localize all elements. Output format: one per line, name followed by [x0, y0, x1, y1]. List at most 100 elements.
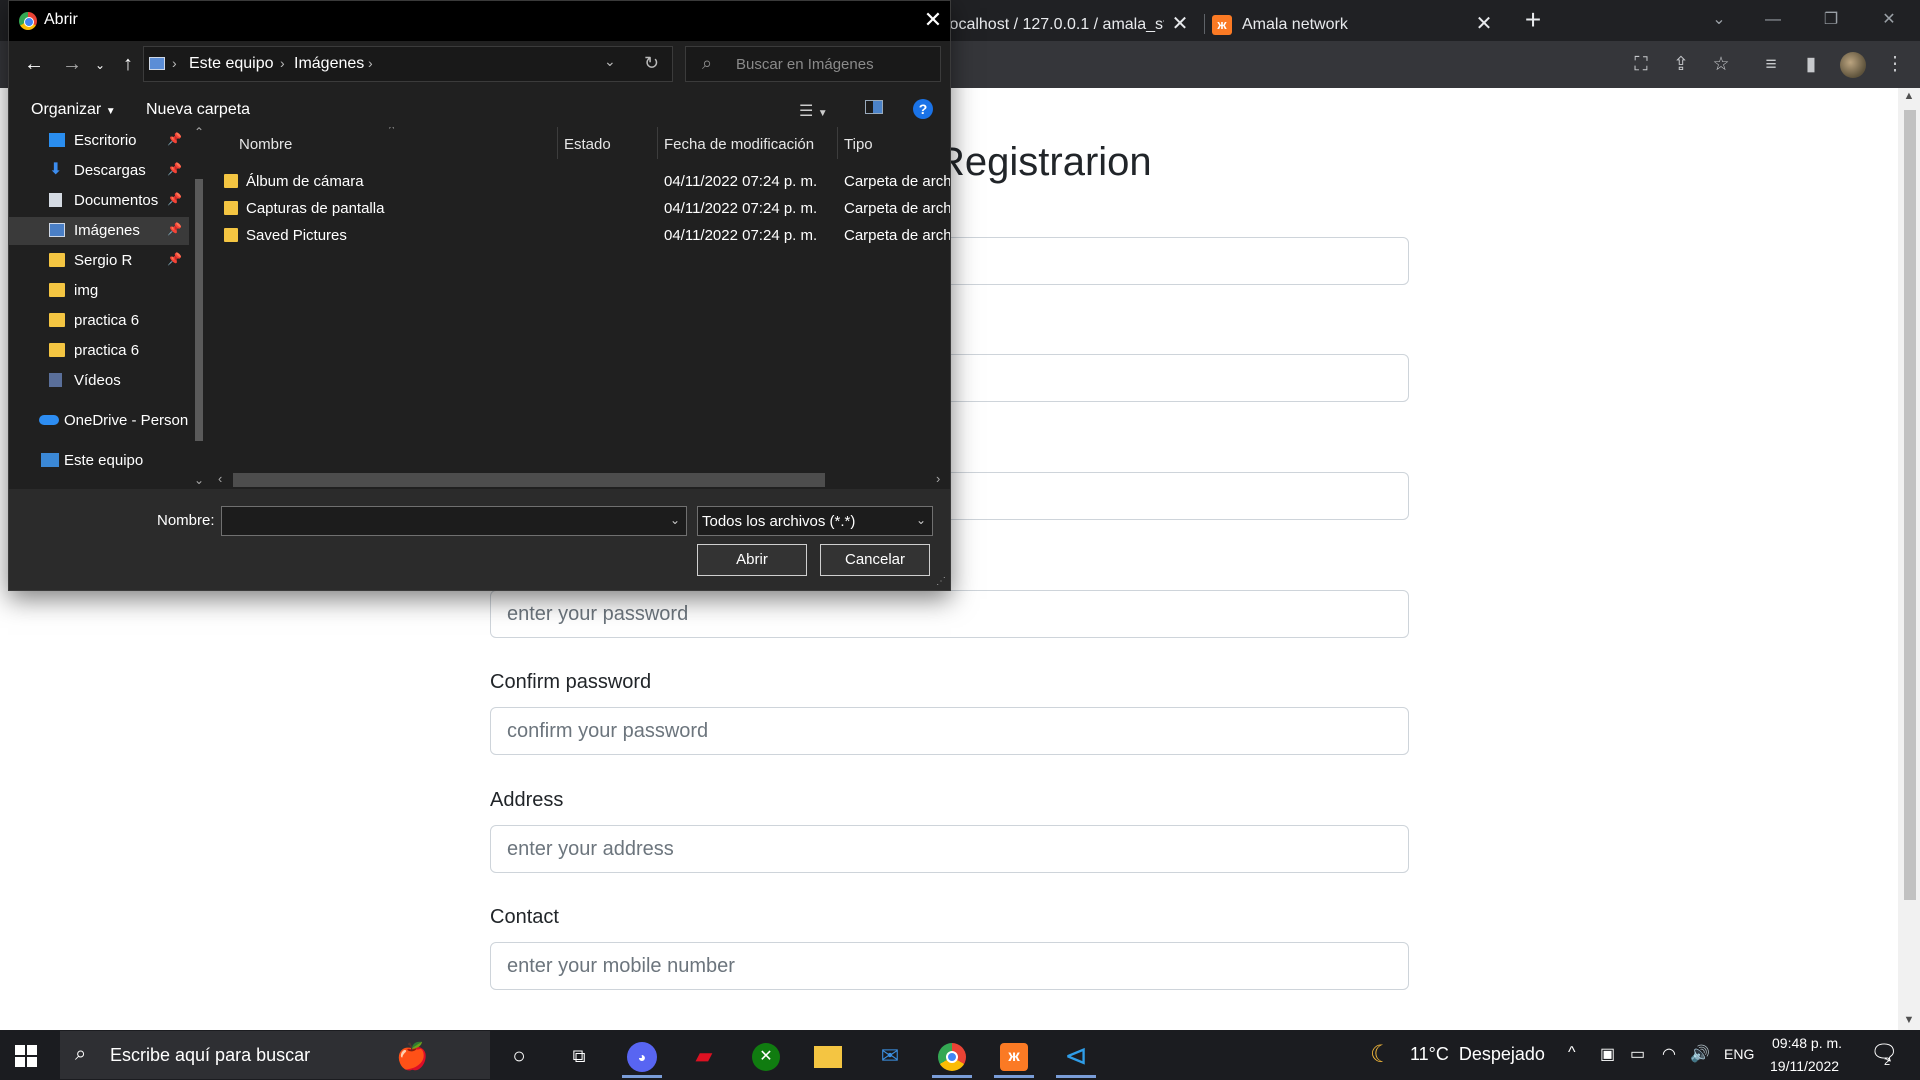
taskbar-search[interactable]: ⌕ Escribe aquí para buscar 🍎	[60, 1031, 490, 1079]
weather-text[interactable]: 11°C Despejado	[1410, 1044, 1545, 1065]
close-tab-icon[interactable]: ✕	[1170, 13, 1190, 35]
confirm-password-input[interactable]: confirm your password	[490, 707, 1409, 755]
organize-menu[interactable]: Organizar ▼	[31, 101, 116, 119]
clock-time[interactable]: 09:48 p. m.	[1772, 1035, 1842, 1051]
reading-list-icon[interactable]: ≡	[1758, 53, 1784, 77]
scroll-left-icon[interactable]: ‹	[218, 471, 222, 486]
column-divider[interactable]	[837, 127, 838, 159]
show-hidden-icons-icon[interactable]: ^	[1568, 1044, 1576, 1062]
close-window-button[interactable]: ✕	[1866, 6, 1912, 34]
scroll-right-icon[interactable]: ›	[936, 471, 940, 486]
pin-icon[interactable]: 📌	[167, 222, 182, 236]
wifi-icon[interactable]: ◠	[1662, 1044, 1676, 1064]
preview-pane-icon[interactable]	[865, 100, 883, 119]
scroll-up-icon[interactable]: ⌃	[194, 125, 204, 139]
column-divider[interactable]	[557, 127, 558, 159]
view-options-icon[interactable]: ☰ ▼	[799, 101, 828, 121]
nav-pane-scroll-thumb[interactable]	[195, 179, 203, 441]
close-icon[interactable]: ✕	[921, 7, 945, 33]
xbox-icon[interactable]: ✕	[742, 1034, 790, 1078]
file-row[interactable]: Saved Pictures 04/11/2022 07:24 p. m. Ca…	[214, 223, 950, 249]
nav-item-imagenes[interactable]: Imágenes 📌	[9, 217, 189, 245]
device-icon[interactable]: ▣	[1600, 1044, 1615, 1064]
scroll-down-icon[interactable]: ⌄	[194, 473, 204, 487]
battery-icon[interactable]: ▭	[1630, 1044, 1645, 1064]
minimize-button[interactable]: —	[1750, 6, 1796, 34]
file-name-input[interactable]: ⌄	[221, 506, 687, 536]
forward-arrow-icon[interactable]: →	[61, 53, 83, 76]
file-type-filter[interactable]: Todos los archivos (*.*) ⌄	[697, 506, 933, 536]
breadcrumb-imagenes[interactable]: Imágenes	[294, 55, 364, 73]
windows-start-icon[interactable]	[15, 1045, 37, 1067]
cancel-button[interactable]: Cancelar	[820, 544, 930, 576]
translate-icon[interactable]: ⛶	[1628, 53, 1654, 77]
column-header-estado[interactable]: Estado	[564, 136, 611, 153]
share-icon[interactable]: ⇪	[1668, 53, 1694, 77]
chevron-right-icon[interactable]: ›	[172, 55, 177, 71]
nav-item-descargas[interactable]: ⬇ Descargas 📌	[9, 157, 189, 185]
file-explorer-icon[interactable]	[804, 1034, 852, 1078]
nav-item-documentos[interactable]: Documentos 📌	[9, 187, 189, 215]
pin-icon[interactable]: 📌	[167, 192, 182, 206]
weather-moon-icon[interactable]: ☾	[1370, 1040, 1392, 1069]
profile-avatar[interactable]	[1840, 52, 1866, 78]
cortana-icon[interactable]: ○	[495, 1034, 543, 1078]
nav-item-videos[interactable]: Vídeos	[9, 367, 189, 395]
tab-amala-network[interactable]: ж Amala network ✕	[1212, 8, 1502, 41]
pin-icon[interactable]: 📌	[167, 132, 182, 146]
nav-item-este-equipo[interactable]: Este equipo	[9, 447, 189, 475]
column-header-tipo[interactable]: Tipo	[844, 136, 873, 153]
open-button[interactable]: Abrir	[697, 544, 807, 576]
file-list-scroll-thumb[interactable]	[233, 473, 825, 487]
nav-item-practica-6[interactable]: practica 6	[9, 307, 189, 335]
task-view-icon[interactable]: ⧉	[555, 1034, 603, 1078]
page-scroll-thumb[interactable]	[1904, 110, 1916, 900]
new-tab-button[interactable]: +	[1520, 6, 1546, 34]
column-divider[interactable]	[657, 127, 658, 159]
nav-item-sergio-r[interactable]: Sergio R 📌	[9, 247, 189, 275]
recent-locations-icon[interactable]: ⌄	[89, 58, 111, 72]
pin-icon[interactable]: 📌	[167, 162, 182, 176]
nav-item-onedrive[interactable]: OneDrive - Person	[9, 407, 189, 435]
password-input[interactable]: enter your password	[490, 590, 1409, 638]
tab-search-icon[interactable]: ⌄	[1696, 6, 1742, 34]
file-row[interactable]: Capturas de pantalla 04/11/2022 07:24 p.…	[214, 196, 950, 222]
menu-icon[interactable]: ⋮	[1882, 53, 1908, 77]
help-icon[interactable]: ?	[913, 99, 933, 119]
resize-grip-icon[interactable]: ⋰	[936, 576, 946, 587]
scroll-up-icon[interactable]: ▲	[1898, 88, 1920, 104]
column-header-nombre[interactable]: Nombre	[239, 136, 292, 153]
contact-input[interactable]: enter your mobile number	[490, 942, 1409, 990]
side-panel-icon[interactable]: ▮	[1798, 53, 1824, 77]
restore-button[interactable]: ❐	[1808, 6, 1854, 34]
game-app-icon[interactable]: ▰	[680, 1034, 728, 1078]
close-tab-icon[interactable]: ✕	[1474, 13, 1494, 35]
bookmark-star-icon[interactable]: ☆	[1708, 53, 1734, 77]
nav-item-img[interactable]: img	[9, 277, 189, 305]
breadcrumb-este-equipo[interactable]: Este equipo	[189, 55, 274, 73]
refresh-icon[interactable]: ↻	[644, 53, 659, 74]
nav-item-escritorio[interactable]: Escritorio 📌	[9, 127, 189, 155]
search-field[interactable]: ⌕ Buscar en Imágenes	[685, 46, 941, 82]
scroll-down-icon[interactable]: ▼	[1898, 1012, 1920, 1028]
nav-item-practica-6[interactable]: practica 6	[9, 337, 189, 365]
language-indicator[interactable]: ENG	[1724, 1046, 1754, 1062]
mail-icon[interactable]: ✉	[866, 1034, 914, 1078]
chevron-right-icon[interactable]: ›	[280, 55, 285, 71]
up-arrow-icon[interactable]: ↑	[117, 53, 139, 76]
vscode-icon[interactable]: ⊲	[1052, 1034, 1100, 1078]
chevron-down-icon[interactable]: ⌄	[670, 513, 680, 527]
discord-icon[interactable]: ◕	[618, 1034, 666, 1078]
pin-icon[interactable]: 📌	[167, 252, 182, 266]
back-arrow-icon[interactable]: ←	[23, 53, 45, 76]
clock-date[interactable]: 19/11/2022	[1770, 1058, 1839, 1074]
chevron-down-icon[interactable]: ⌄	[916, 513, 926, 527]
file-row[interactable]: Álbum de cámara 04/11/2022 07:24 p. m. C…	[214, 169, 950, 195]
address-input[interactable]: enter your address	[490, 825, 1409, 873]
volume-icon[interactable]: 🔊	[1690, 1044, 1710, 1064]
chevron-down-icon[interactable]: ⌄	[604, 53, 616, 70]
tab-phpmyadmin[interactable]: localhost / 127.0.0.1 / amala_ston ✕	[946, 8, 1198, 41]
address-bar[interactable]: › Este equipo › Imágenes › ⌄ ↻	[143, 46, 673, 82]
new-folder-button[interactable]: Nueva carpeta	[146, 101, 250, 119]
xampp-taskbar-icon[interactable]: ж	[990, 1034, 1038, 1078]
